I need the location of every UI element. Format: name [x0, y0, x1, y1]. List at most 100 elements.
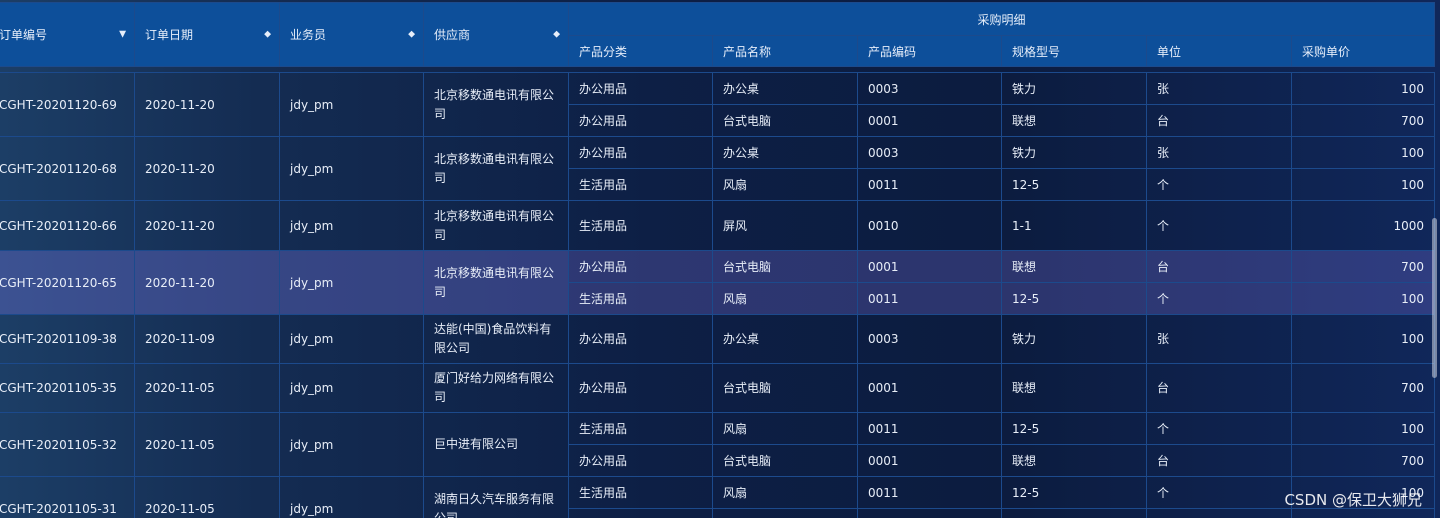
table-row[interactable]: CGHT-20201109-38 2020-11-09 jdy_pm 达能(中国)食品… [0, 314, 1436, 364]
product-code-cell: 0010 [857, 200, 1002, 251]
spec-cell: 1-1 [1001, 200, 1147, 251]
order-no-cell: CGHT-20201120-69 [0, 72, 135, 137]
price-cell: 100 [1290, 136, 1436, 169]
unit-cell: 台 [1146, 444, 1292, 477]
price-cell: 700 [1290, 444, 1436, 477]
table-row[interactable]: CGHT-20201120-68 2020-11-20 jdy_pm 北京移数通电讯有… [0, 136, 1436, 201]
table-row[interactable]: CGHT-20201120-69 2020-11-20 jdy_pm 北京移数通电讯有… [0, 72, 1436, 137]
salesperson-cell: jdy_pm [279, 250, 424, 315]
table-header: 订单编号 ▼ 订单日期 ◆ 业务员 ◆ 供应商 ◆ 采购明细 产品分类 产品名称… [0, 2, 1436, 67]
order-no-cell: CGHT-20201120-68 [0, 136, 135, 201]
product-code-cell: 0001 [857, 444, 1002, 477]
table-row[interactable]: CGHT-20201105-31 2020-11-05 jdy_pm 湖南日久汽车服务… [0, 476, 1436, 518]
spec-cell [1001, 508, 1147, 518]
header-group-purchase-detail: 采购明细 [567, 2, 1436, 36]
order-date-cell: 2020-11-05 [134, 363, 280, 413]
supplier-cell: 厦门好给力网络有限公司 [423, 363, 569, 413]
unit-cell: 个 [1146, 168, 1292, 201]
spec-cell: 铁力 [1001, 136, 1147, 169]
product-name-cell [712, 508, 858, 518]
order-date-cell: 2020-11-20 [134, 136, 280, 201]
product-code-cell: 0003 [857, 136, 1002, 169]
table-row[interactable]: CGHT-20201105-32 2020-11-05 jdy_pm 巨中进有限公司生… [0, 412, 1436, 477]
product-name-cell: 办公桌 [712, 314, 858, 364]
product-name-cell: 屏风 [712, 200, 858, 251]
category-cell: 生活用品 [568, 412, 713, 445]
unit-cell: 个 [1146, 200, 1292, 251]
spec-cell: 12-5 [1001, 476, 1147, 509]
header-salesperson-label: 业务员 [290, 28, 327, 42]
order-date-cell: 2020-11-05 [134, 412, 280, 477]
order-no-cell: CGHT-20201120-66 [0, 200, 135, 251]
price-cell: 1000 [1290, 200, 1436, 251]
unit-cell: 张 [1146, 72, 1292, 105]
table-row[interactable]: CGHT-20201105-35 2020-11-05 jdy_pm 厦门好给力网络有… [0, 363, 1436, 413]
product-name-cell: 台式电脑 [712, 444, 858, 477]
order-no-cell: CGHT-20201109-38 [0, 314, 135, 364]
header-order-date[interactable]: 订单日期 ◆ [134, 2, 280, 67]
caret-down-icon[interactable]: ▼ [119, 30, 126, 39]
category-cell: 办公用品 [568, 104, 713, 137]
header-order-date-label: 订单日期 [145, 28, 194, 42]
header-spec: 规格型号 [1001, 35, 1147, 67]
product-code-cell: 0003 [857, 72, 1002, 105]
sort-updown-icon[interactable]: ◆ [553, 30, 560, 39]
purchase-order-report: 订单编号 ▼ 订单日期 ◆ 业务员 ◆ 供应商 ◆ 采购明细 产品分类 产品名称… [0, 0, 1440, 518]
salesperson-cell: jdy_pm [279, 72, 424, 137]
product-code-cell: 0011 [857, 168, 1002, 201]
vertical-scrollbar[interactable] [1432, 218, 1437, 378]
order-no-cell: CGHT-20201105-31 [0, 476, 135, 518]
spec-cell: 铁力 [1001, 72, 1147, 105]
spec-cell: 12-5 [1001, 282, 1147, 315]
spec-cell: 12-5 [1001, 168, 1147, 201]
table-row[interactable]: CGHT-20201120-65 2020-11-20 jdy_pm 北京移数通电讯有… [0, 250, 1436, 315]
header-price: 采购单价 [1290, 35, 1436, 67]
header-order-no[interactable]: 订单编号 ▼ [0, 2, 135, 67]
watermark: CSDN @保卫大狮兄 [1284, 491, 1422, 509]
header-category: 产品分类 [568, 35, 713, 67]
product-name-cell: 台式电脑 [712, 250, 858, 283]
supplier-cell: 北京移数通电讯有限公司 [423, 72, 569, 137]
order-no-cell: CGHT-20201120-65 [0, 250, 135, 315]
price-cell: 700 [1290, 250, 1436, 283]
sort-updown-icon[interactable]: ◆ [264, 30, 271, 39]
product-name-cell: 办公桌 [712, 136, 858, 169]
spec-cell: 铁力 [1001, 314, 1147, 364]
header-product-name: 产品名称 [712, 35, 858, 67]
category-cell: 办公用品 [568, 72, 713, 105]
spec-cell: 联想 [1001, 250, 1147, 283]
sort-updown-icon[interactable]: ◆ [408, 30, 415, 39]
product-code-cell: 0003 [857, 314, 1002, 364]
product-code-cell: 0011 [857, 412, 1002, 445]
category-cell: 生活用品 [568, 168, 713, 201]
order-date-cell: 2020-11-20 [134, 72, 280, 137]
product-code-cell: 0011 [857, 476, 1002, 509]
product-name-cell: 台式电脑 [712, 104, 858, 137]
spec-cell: 联想 [1001, 363, 1147, 413]
price-cell: 700 [1290, 363, 1436, 413]
header-supplier[interactable]: 供应商 ◆ [423, 2, 569, 67]
unit-cell [1146, 508, 1292, 518]
category-cell [568, 508, 713, 518]
supplier-cell: 北京移数通电讯有限公司 [423, 136, 569, 201]
product-code-cell: 0001 [857, 363, 1002, 413]
table-row[interactable]: CGHT-20201120-66 2020-11-20 jdy_pm 北京移数通电讯有… [0, 200, 1436, 251]
supplier-cell: 北京移数通电讯有限公司 [423, 200, 569, 251]
price-cell: 100 [1290, 72, 1436, 105]
unit-cell: 个 [1146, 282, 1292, 315]
supplier-cell: 达能(中国)食品饮料有限公司 [423, 314, 569, 364]
product-name-cell: 办公桌 [712, 72, 858, 105]
header-unit: 单位 [1146, 35, 1292, 67]
product-code-cell [857, 508, 1002, 518]
supplier-cell: 湖南日久汽车服务有限公司 [423, 476, 569, 518]
header-order-no-label: 订单编号 [0, 28, 48, 42]
salesperson-cell: jdy_pm [279, 412, 424, 477]
order-date-cell: 2020-11-20 [134, 250, 280, 315]
header-salesperson[interactable]: 业务员 ◆ [279, 2, 424, 67]
order-date-cell: 2020-11-09 [134, 314, 280, 364]
price-cell: 700 [1290, 104, 1436, 137]
purchase-order-table: 订单编号 ▼ 订单日期 ◆ 业务员 ◆ 供应商 ◆ 采购明细 产品分类 产品名称… [0, 2, 1436, 518]
category-cell: 办公用品 [568, 363, 713, 413]
category-cell: 生活用品 [568, 200, 713, 251]
salesperson-cell: jdy_pm [279, 476, 424, 518]
